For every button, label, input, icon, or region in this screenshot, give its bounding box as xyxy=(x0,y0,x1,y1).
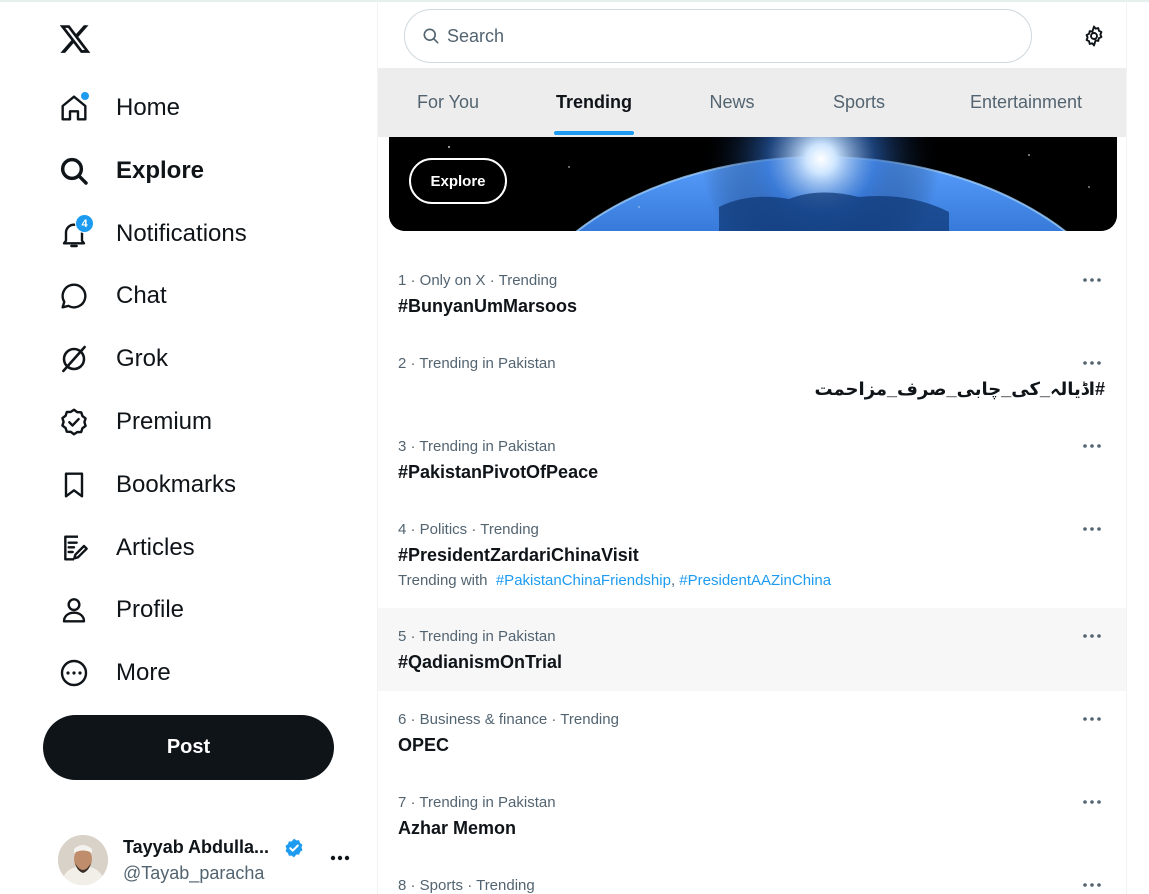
account-name: Tayyab Abdulla... xyxy=(123,837,270,857)
sidebar-item-label: More xyxy=(116,659,171,686)
sidebar-item-label: Chat xyxy=(116,282,167,309)
search-input[interactable] xyxy=(447,25,987,47)
trend-item[interactable]: 2 · Trending in Pakistan #اڈیالہ_کی_چابی… xyxy=(378,341,1126,424)
sidebar-item-premium[interactable]: Premium xyxy=(56,397,212,447)
sidebar-item-notifications[interactable]: 4 Notifications xyxy=(56,209,247,259)
sidebar-item-label: Notifications xyxy=(116,220,247,247)
unread-dot xyxy=(81,92,89,100)
trend-item[interactable]: 5 · Trending in Pakistan #QadianismOnTri… xyxy=(378,608,1126,691)
search-box[interactable] xyxy=(404,9,1032,63)
trend-title: #BunyanUmMarsoos xyxy=(398,296,578,316)
verified-badge-icon xyxy=(285,838,303,857)
home-icon xyxy=(56,90,92,126)
trend-title: Azhar Memon xyxy=(398,818,517,838)
more-options-icon[interactable] xyxy=(1080,353,1104,373)
active-tab-indicator xyxy=(554,131,634,135)
more-options-icon[interactable] xyxy=(1080,270,1104,290)
trend-title: #اڈیالہ_کی_چابی_صرف_مزاحمت xyxy=(814,379,1105,399)
trend-item[interactable]: 6 · Business & finance · Trending OPEC xyxy=(378,697,1126,780)
search-icon xyxy=(423,28,439,44)
tab-entertainment[interactable]: Entertainment xyxy=(953,68,1099,137)
x-logo-icon[interactable] xyxy=(58,22,92,56)
sidebar-item-label: Home xyxy=(116,94,181,121)
main-column: For You Trending News Sports Entertainme… xyxy=(377,0,1127,894)
sidebar-item-chat[interactable]: Chat xyxy=(56,271,167,321)
sidebar-item-label: Profile xyxy=(116,596,185,623)
search-icon xyxy=(56,153,92,189)
settings-gear-icon[interactable] xyxy=(1082,24,1106,48)
sidebar-item-label: Explore xyxy=(116,157,205,184)
account-info: Tayyab Abdulla... @Tayab_paracha xyxy=(123,837,305,884)
tab-label: Entertainment xyxy=(969,92,1083,112)
banner-explore-button[interactable]: Explore xyxy=(409,158,507,204)
more-options-icon[interactable] xyxy=(1080,626,1104,646)
tab-label: News xyxy=(709,92,755,112)
notification-count-badge: 4 xyxy=(75,214,94,233)
trending-with: Trending with #PakistanChinaFriendship, … xyxy=(398,572,832,589)
bookmark-icon xyxy=(56,467,92,503)
sidebar-item-label: Premium xyxy=(116,408,213,435)
more-options-icon[interactable] xyxy=(1080,792,1104,812)
sidebar-item-label: Bookmarks xyxy=(116,471,237,498)
chat-bubble-icon xyxy=(56,278,92,314)
more-options-icon[interactable] xyxy=(1080,519,1104,539)
bell-icon: 4 xyxy=(56,214,94,252)
person-icon xyxy=(56,592,92,628)
account-handle: @Tayab_paracha xyxy=(123,862,265,883)
explore-tabs: For You Trending News Sports Entertainme… xyxy=(378,68,1126,137)
trend-meta: 2 · Trending in Pakistan xyxy=(398,355,556,372)
trend-title: OPEC xyxy=(398,735,450,755)
more-options-icon[interactable] xyxy=(1080,875,1104,894)
trend-item[interactable]: 3 · Trending in Pakistan #PakistanPivotO… xyxy=(378,424,1126,507)
tab-news[interactable]: News xyxy=(676,68,788,137)
tab-label: For You xyxy=(416,92,480,112)
sidebar-item-bookmarks[interactable]: Bookmarks xyxy=(56,460,236,510)
trend-item[interactable]: 1 · Only on X · Trending #BunyanUmMarsoo… xyxy=(378,258,1126,341)
trend-meta: 1 · Only on X · Trending xyxy=(398,272,558,289)
trend-title: #PakistanPivotOfPeace xyxy=(398,462,599,482)
sidebar-item-label: Grok xyxy=(116,345,169,372)
related-hashtag-link[interactable]: #PakistanChinaFriendship xyxy=(496,572,671,589)
tab-label: Trending xyxy=(556,92,632,112)
trend-meta: 7 · Trending in Pakistan xyxy=(398,794,556,811)
sidebar-item-label: Articles xyxy=(116,534,195,561)
trend-meta: 8 · Sports · Trending xyxy=(398,877,535,894)
tab-for-you[interactable]: For You xyxy=(392,68,504,137)
tab-sports[interactable]: Sports xyxy=(803,68,915,137)
account-more-icon[interactable] xyxy=(328,846,352,870)
sidebar-item-articles[interactable]: Articles xyxy=(56,523,195,573)
trend-title: #QadianismOnTrial xyxy=(398,652,563,672)
sidebar-item-profile[interactable]: Profile xyxy=(56,585,184,635)
trend-item[interactable]: 8 · Sports · Trending xyxy=(378,863,1126,894)
avatar xyxy=(58,835,108,885)
trend-meta: 6 · Business & finance · Trending xyxy=(398,711,619,728)
related-hashtag-link[interactable]: #PresidentAAZinChina xyxy=(679,572,831,589)
sidebar-item-grok[interactable]: Grok xyxy=(56,334,168,384)
articles-icon xyxy=(56,530,92,566)
sidebar-item-explore[interactable]: Explore xyxy=(56,146,204,196)
trend-meta: 5 · Trending in Pakistan xyxy=(398,628,556,645)
trend-meta: 4 · Politics · Trending xyxy=(398,521,539,538)
grok-icon xyxy=(56,341,92,377)
more-options-icon[interactable] xyxy=(1080,436,1104,456)
account-switcher[interactable]: Tayyab Abdulla... @Tayab_paracha xyxy=(58,834,358,886)
tab-trending[interactable]: Trending xyxy=(538,68,650,137)
trend-title: #PresidentZardariChinaVisit xyxy=(398,545,639,565)
trend-item[interactable]: 4 · Politics · Trending #PresidentZardar… xyxy=(378,507,1126,608)
more-options-icon[interactable] xyxy=(1080,709,1104,729)
post-button[interactable]: Post xyxy=(43,715,334,780)
sidebar: Home Explore 4 Notifications Chat Grok P… xyxy=(0,0,377,894)
trending-with-label: Trending with xyxy=(398,572,488,589)
explore-banner: Explore xyxy=(389,137,1117,231)
sidebar-item-more[interactable]: More xyxy=(56,648,171,698)
sidebar-item-home[interactable]: Home xyxy=(56,83,180,133)
trend-item[interactable]: 7 · Trending in Pakistan Azhar Memon xyxy=(378,780,1126,863)
premium-badge-icon xyxy=(56,404,92,440)
more-circle-icon xyxy=(56,655,92,691)
trend-meta: 3 · Trending in Pakistan xyxy=(398,438,556,455)
tab-label: Sports xyxy=(832,92,886,112)
